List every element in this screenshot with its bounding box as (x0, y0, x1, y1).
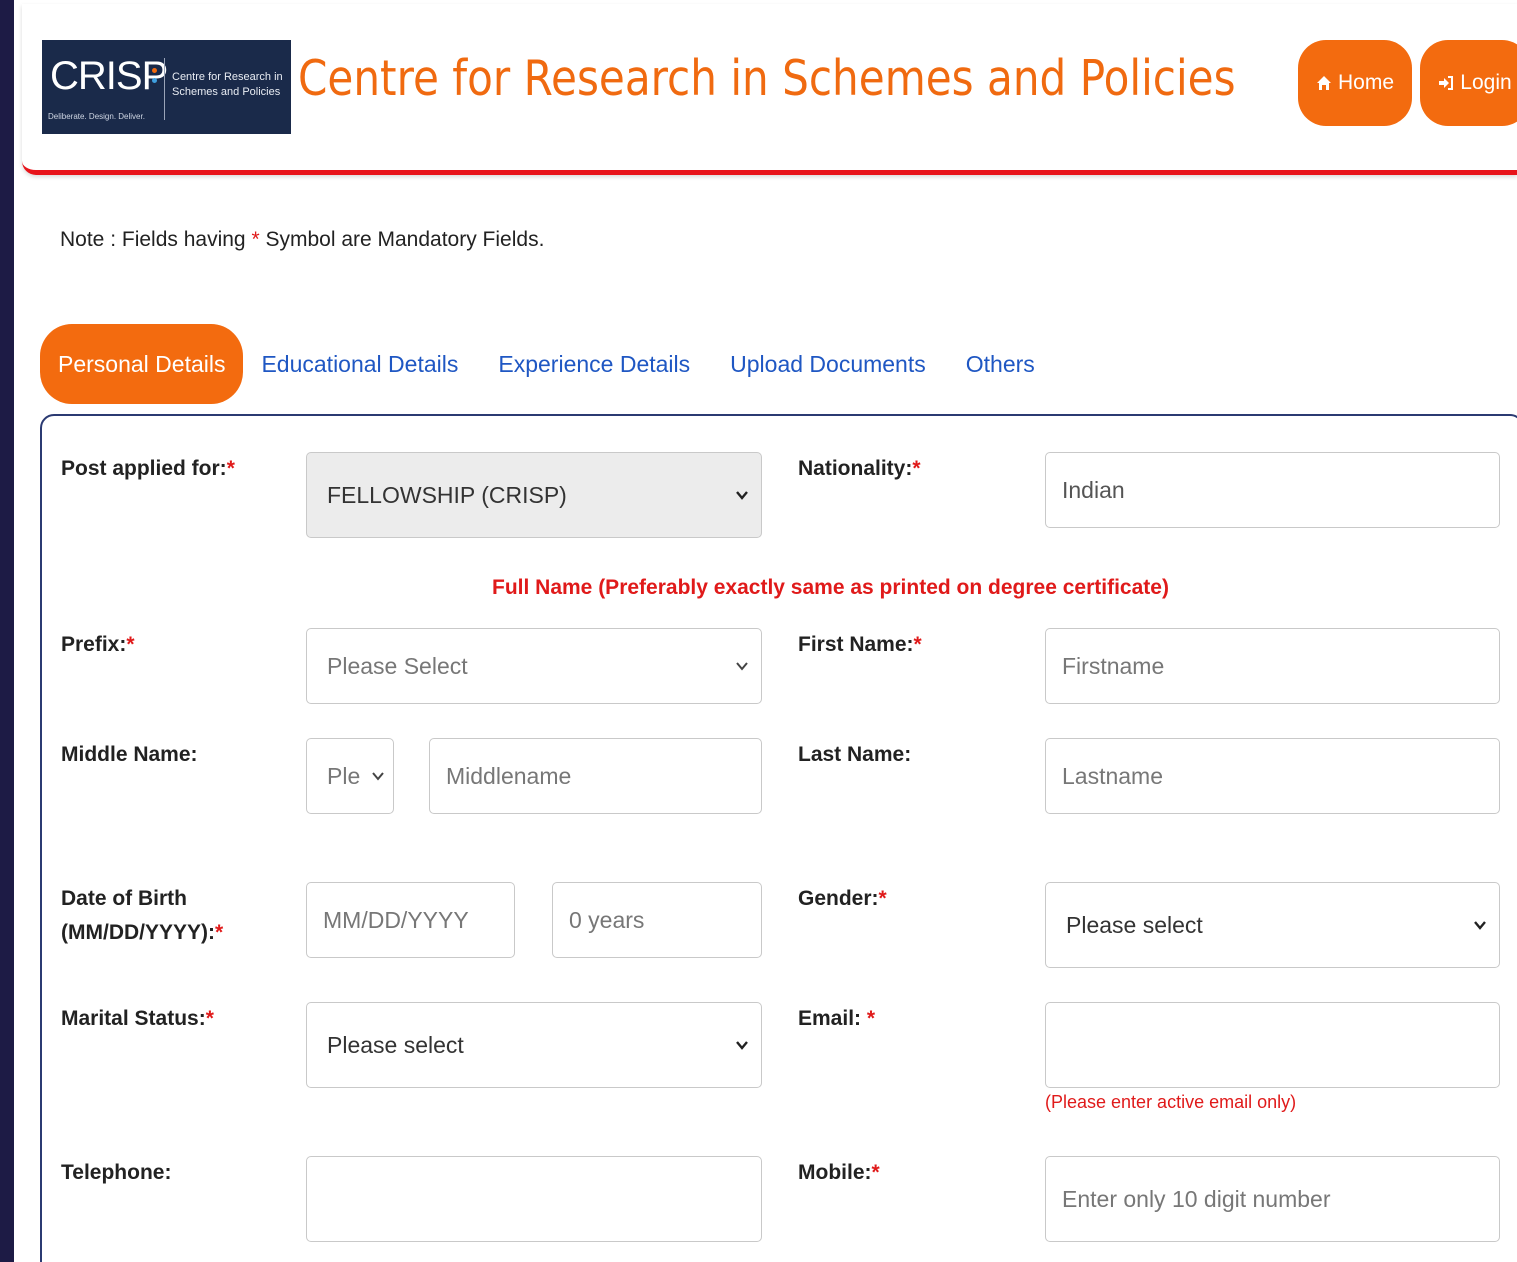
dob-placeholder: MM/DD/YYYY (323, 906, 469, 933)
logo-subtitle-line2: Schemes and Policies (172, 86, 281, 98)
tab-others[interactable]: Others (944, 324, 1053, 404)
email-hint: (Please enter active email only) (1045, 1092, 1297, 1112)
marital-status-value: Please select (327, 1031, 464, 1058)
middle-name-label: Middle Name: (61, 743, 198, 766)
middle-name-input[interactable]: Middlename (429, 738, 762, 814)
home-button-label: Home (1337, 71, 1395, 94)
form-tabs: Personal Details Educational Details Exp… (40, 324, 1053, 404)
post-applied-value: FELLOWSHIP (CRISP) (327, 481, 567, 508)
login-button-label: Login (1460, 71, 1512, 94)
gender-value: Please select (1066, 911, 1203, 938)
post-applied-select[interactable]: FELLOWSHIP (CRISP) (306, 452, 762, 538)
logo-subtitle-line1: Centre for Research in (172, 71, 283, 83)
personal-details-form: Post applied for:* FELLOWSHIP (CRISP) Na… (40, 414, 1517, 1262)
middle-prefix-value: Ple (327, 762, 361, 789)
telephone-label: Telephone: (61, 1161, 172, 1184)
home-button[interactable]: Home (1298, 40, 1412, 126)
gender-label: Gender:* (798, 887, 887, 910)
first-name-input[interactable]: Firstname (1045, 628, 1500, 704)
home-icon (1316, 76, 1331, 90)
dob-label: Date of Birth (MM/DD/YYYY):* (61, 887, 224, 944)
chevron-down-icon (736, 1041, 748, 1050)
site-title: Centre for Research in Schemes and Polic… (298, 50, 1236, 107)
first-name-placeholder: Firstname (1062, 652, 1165, 679)
mobile-placeholder: Enter only 10 digit number (1062, 1185, 1331, 1212)
tab-experience-details[interactable]: Experience Details (476, 324, 708, 404)
logo-dots-icon (152, 68, 158, 98)
prefix-value: Please Select (327, 652, 468, 679)
login-button[interactable]: Login (1420, 40, 1517, 126)
email-label: Email: * (798, 1007, 876, 1030)
logo-tagline: Deliberate. Design. Deliver. (48, 112, 145, 121)
age-value: 0 years (569, 906, 645, 933)
tab-personal-details[interactable]: Personal Details (40, 324, 244, 404)
marital-status-label: Marital Status:* (61, 1007, 214, 1030)
mandatory-fields-note: Note : Fields having * Symbol are Mandat… (60, 228, 544, 252)
first-name-label: First Name:* (798, 633, 922, 656)
middle-name-placeholder: Middlename (446, 762, 572, 789)
middle-prefix-select[interactable]: Ple (306, 738, 394, 814)
age-field: 0 years (552, 882, 762, 958)
page-frame: CRISP Centre for Research in Schemes and… (14, 0, 1517, 1262)
prefix-label: Prefix:* (61, 633, 135, 656)
site-header: CRISP Centre for Research in Schemes and… (22, 4, 1517, 175)
tab-upload-documents[interactable]: Upload Documents (708, 324, 944, 404)
nationality-label: Nationality:* (798, 457, 921, 480)
post-applied-label: Post applied for:* (61, 457, 235, 480)
note-text-suffix: Symbol are Mandatory Fields. (259, 228, 545, 251)
full-name-note: Full Name (Preferably exactly same as pr… (492, 576, 1169, 599)
chevron-down-icon (736, 662, 748, 671)
chevron-down-icon (1474, 921, 1486, 930)
prefix-select[interactable]: Please Select (306, 628, 762, 704)
last-name-input[interactable]: Lastname (1045, 738, 1500, 814)
mobile-label: Mobile:* (798, 1161, 880, 1184)
nationality-input[interactable]: Indian (1045, 452, 1500, 528)
note-star: * (251, 228, 260, 251)
gender-select[interactable]: Please select (1045, 882, 1500, 968)
last-name-placeholder: Lastname (1062, 762, 1164, 789)
crisp-logo[interactable]: CRISP Centre for Research in Schemes and… (42, 40, 291, 134)
nationality-value: Indian (1062, 476, 1125, 503)
telephone-input[interactable] (306, 1156, 762, 1242)
email-input[interactable] (1045, 1002, 1500, 1088)
marital-status-select[interactable]: Please select (306, 1002, 762, 1088)
mobile-input[interactable]: Enter only 10 digit number (1045, 1156, 1500, 1242)
logo-subtitle: Centre for Research in Schemes and Polic… (172, 70, 283, 100)
logo-wordmark: CRISP (50, 54, 168, 98)
chevron-down-icon (736, 491, 748, 500)
last-name-label: Last Name: (798, 743, 912, 766)
sign-in-icon (1439, 76, 1454, 90)
dob-input[interactable]: MM/DD/YYYY (306, 882, 515, 958)
chevron-down-icon (372, 772, 384, 781)
note-text-prefix: Note : Fields having (60, 228, 252, 251)
logo-divider (164, 58, 165, 120)
tab-educational-details[interactable]: Educational Details (243, 324, 476, 404)
